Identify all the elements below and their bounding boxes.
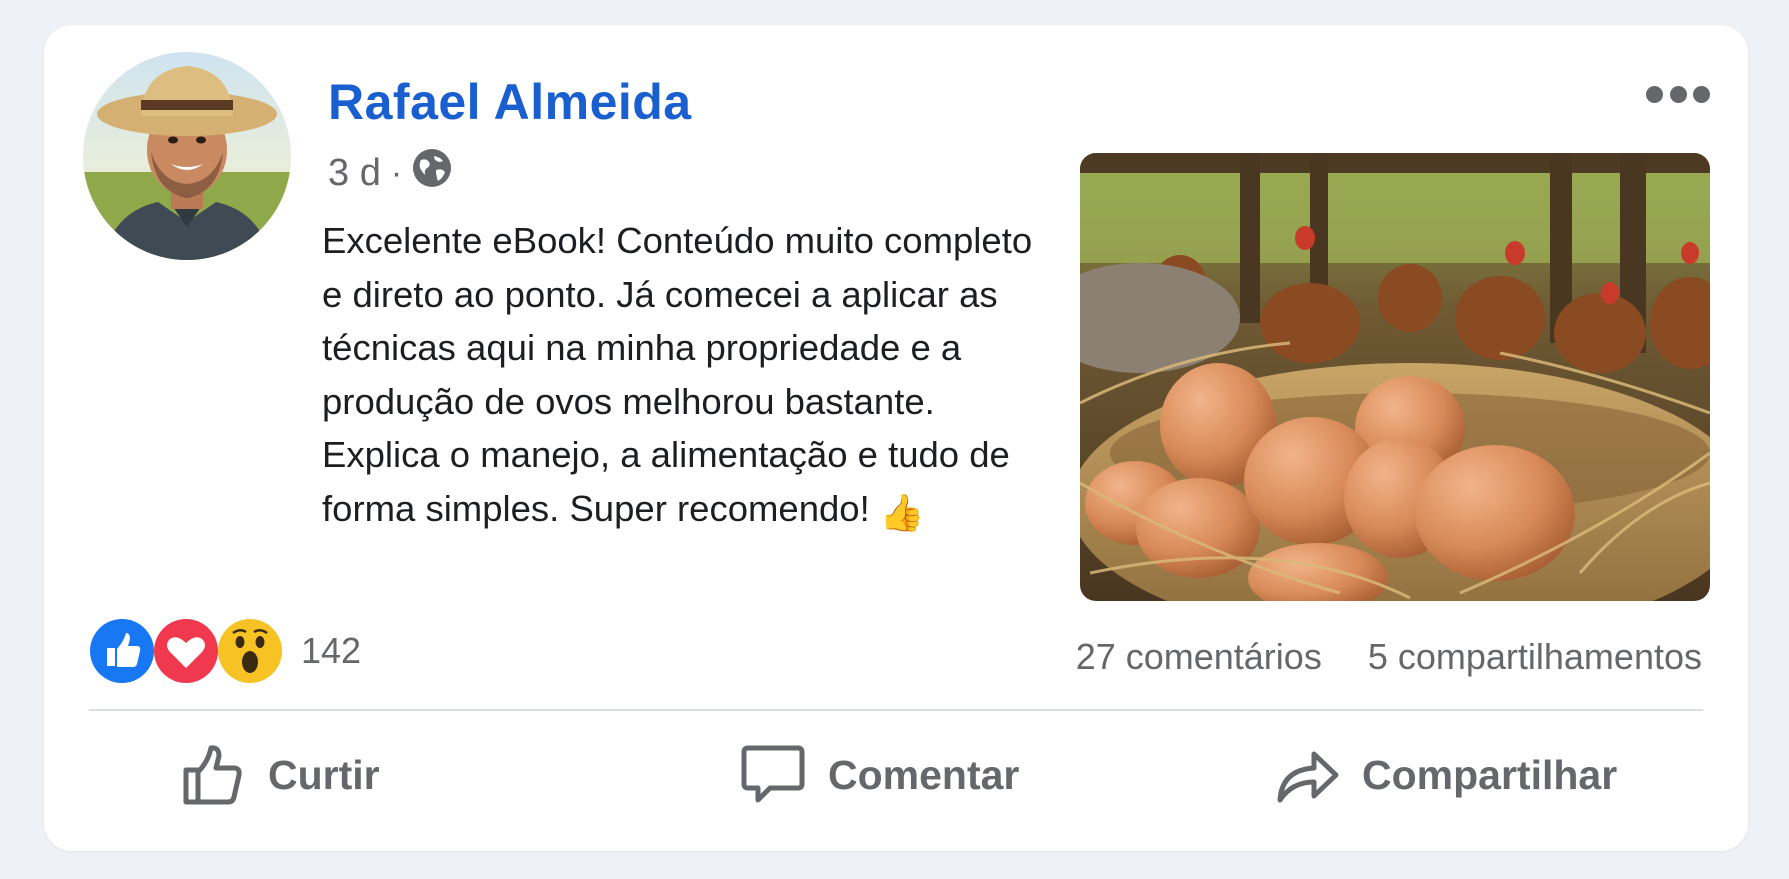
more-dot [1646, 85, 1663, 103]
thumbs-up-emoji: 👍 [879, 491, 925, 533]
post-time[interactable]: 3 d [328, 152, 381, 195]
reaction-count: 142 [301, 630, 362, 671]
shares-count[interactable]: 5 compartilhamentos [1368, 636, 1702, 678]
thumbs-up-icon [180, 742, 246, 808]
avatar-photo [83, 52, 291, 260]
more-dot [1693, 85, 1710, 103]
share-button-label: Compartilhar [1362, 751, 1618, 798]
engagement-counts: 27 comentários 5 compartilhamentos [1076, 636, 1702, 678]
like-button-label: Curtir [268, 751, 380, 798]
comment-button[interactable]: Comentar [740, 735, 1019, 815]
divider [89, 709, 1703, 711]
post-text-body: Excelente eBook! Conteúdo muito completo… [322, 220, 1033, 529]
like-reaction-icon [89, 618, 155, 684]
wow-reaction-icon [217, 618, 283, 684]
share-arrow-icon [1274, 742, 1340, 808]
share-button[interactable]: Compartilhar [1274, 735, 1617, 815]
post-image[interactable] [1080, 153, 1710, 601]
more-options-icon[interactable] [1646, 76, 1710, 112]
more-dot [1669, 85, 1687, 103]
comment-button-label: Comentar [828, 751, 1020, 798]
post-meta: 3 d · [328, 148, 452, 198]
comment-bubble-icon [740, 742, 806, 808]
like-button[interactable]: Curtir [180, 735, 380, 815]
author-avatar[interactable] [83, 52, 291, 260]
love-reaction-icon [153, 618, 219, 684]
reactions-summary[interactable]: 142 [89, 617, 361, 685]
author-name[interactable]: Rafael Almeida [328, 73, 692, 131]
post-text: Excelente eBook! Conteúdo muito completo… [322, 214, 1062, 535]
meta-separator: · [390, 153, 403, 192]
eggs-in-nest-photo [1080, 153, 1710, 601]
globe-icon [412, 148, 452, 198]
comments-count[interactable]: 27 comentários [1076, 636, 1322, 678]
